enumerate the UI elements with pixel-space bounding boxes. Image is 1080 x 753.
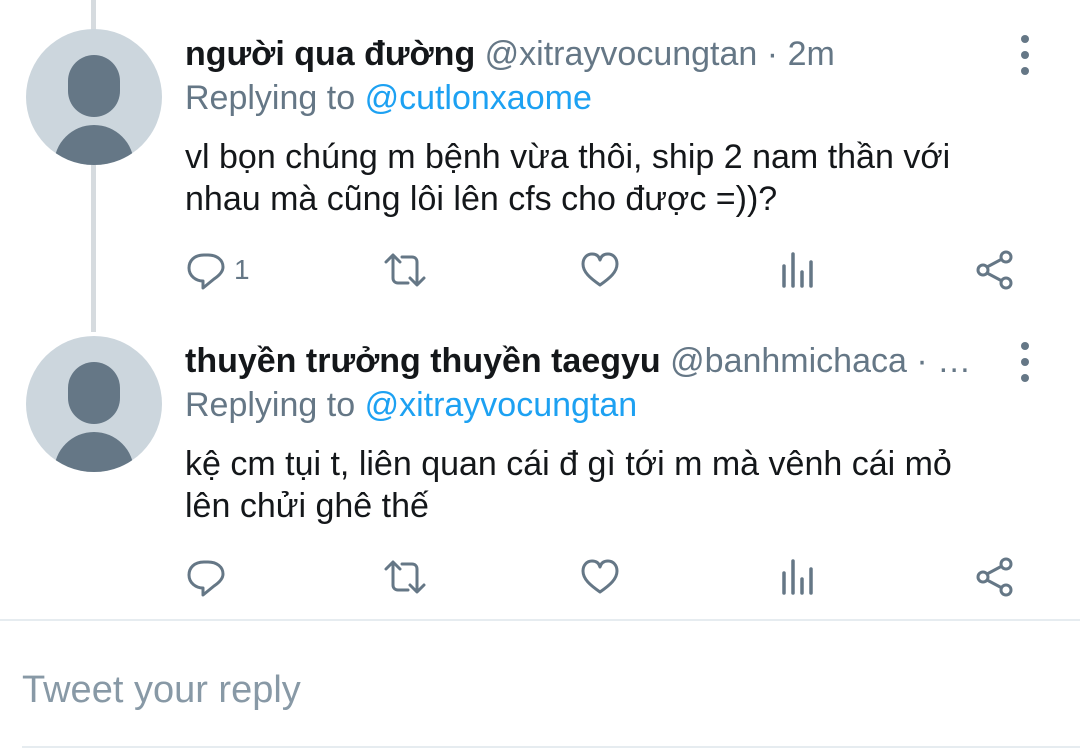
share-button[interactable]: [975, 250, 1015, 290]
composer-divider: [0, 619, 1080, 621]
reply-icon: [187, 253, 225, 290]
like-button[interactable]: [580, 557, 620, 597]
tweet-text: vl bọn chúng m bệnh vừa thôi, ship 2 nam…: [185, 136, 1025, 220]
replying-to-line: Replying to @cutlonxaome: [185, 78, 592, 118]
retweet-button[interactable]: [382, 250, 428, 290]
reply-count: 1: [234, 254, 250, 285]
retweet-icon: [384, 253, 426, 287]
replying-to-label: Replying to: [185, 79, 356, 117]
more-icon[interactable]: [1014, 342, 1036, 382]
more-icon[interactable]: [1014, 35, 1036, 75]
avatar-body-shape: [54, 125, 134, 165]
tweet-text-line: nhau mà cũng lôi lên cfs cho được =))?: [185, 180, 778, 218]
tweet-text-line: kệ cm tụi t, liên quan cái đ gì tới m mà…: [185, 445, 952, 483]
analytics-icon: [782, 252, 813, 288]
replying-to-label: Replying to: [185, 386, 356, 424]
tweet-text-line: lên chửi ghê thế: [185, 487, 429, 525]
tweet-thread-page: người qua đường @xitrayvocungtan · 2m Re…: [0, 0, 1080, 753]
like-icon: [581, 252, 619, 287]
tweet-header: thuyền trưởng thuyền taegyu @banhmichaca…: [185, 341, 975, 381]
replying-to-line: Replying to @xitrayvocungtan: [185, 385, 637, 425]
display-name[interactable]: thuyền trưởng thuyền taegyu: [185, 342, 661, 380]
tweet-reply-input[interactable]: [22, 660, 1062, 720]
retweet-button[interactable]: [382, 557, 428, 597]
reply-icon: [187, 560, 225, 597]
share-icon: [976, 250, 1013, 290]
like-button[interactable]: [580, 250, 620, 290]
tweet-header: người qua đường @xitrayvocungtan · 2m: [185, 34, 975, 74]
analytics-button[interactable]: [780, 250, 816, 290]
display-name[interactable]: người qua đường: [185, 35, 475, 73]
avatar[interactable]: [26, 29, 162, 165]
avatar-head-shape: [68, 55, 120, 117]
separator: ·: [766, 35, 779, 73]
composer-underline: [22, 746, 1080, 748]
tweet-text-line: vl bọn chúng m bệnh vừa thôi, ship 2 nam…: [185, 138, 951, 176]
replying-to-mention[interactable]: @xitrayvocungtan: [365, 386, 638, 424]
like-icon: [581, 559, 619, 594]
avatar-body-shape: [54, 432, 134, 472]
tweet-text: kệ cm tụi t, liên quan cái đ gì tới m mà…: [185, 443, 1025, 527]
share-icon: [976, 557, 1013, 597]
reply-button[interactable]: 1: [186, 250, 250, 290]
avatar-head-shape: [68, 362, 120, 424]
reply-button[interactable]: [186, 557, 226, 597]
avatar[interactable]: [26, 336, 162, 472]
analytics-button[interactable]: [780, 557, 816, 597]
replying-to-mention[interactable]: @cutlonxaome: [365, 79, 592, 117]
user-handle[interactable]: @banhmichaca: [670, 342, 907, 380]
separator: · …: [916, 342, 972, 380]
retweet-icon: [384, 560, 426, 594]
analytics-icon: [782, 559, 813, 595]
user-handle[interactable]: @xitrayvocungtan: [485, 35, 758, 73]
timestamp[interactable]: 2m: [788, 35, 835, 73]
share-button[interactable]: [975, 557, 1015, 597]
